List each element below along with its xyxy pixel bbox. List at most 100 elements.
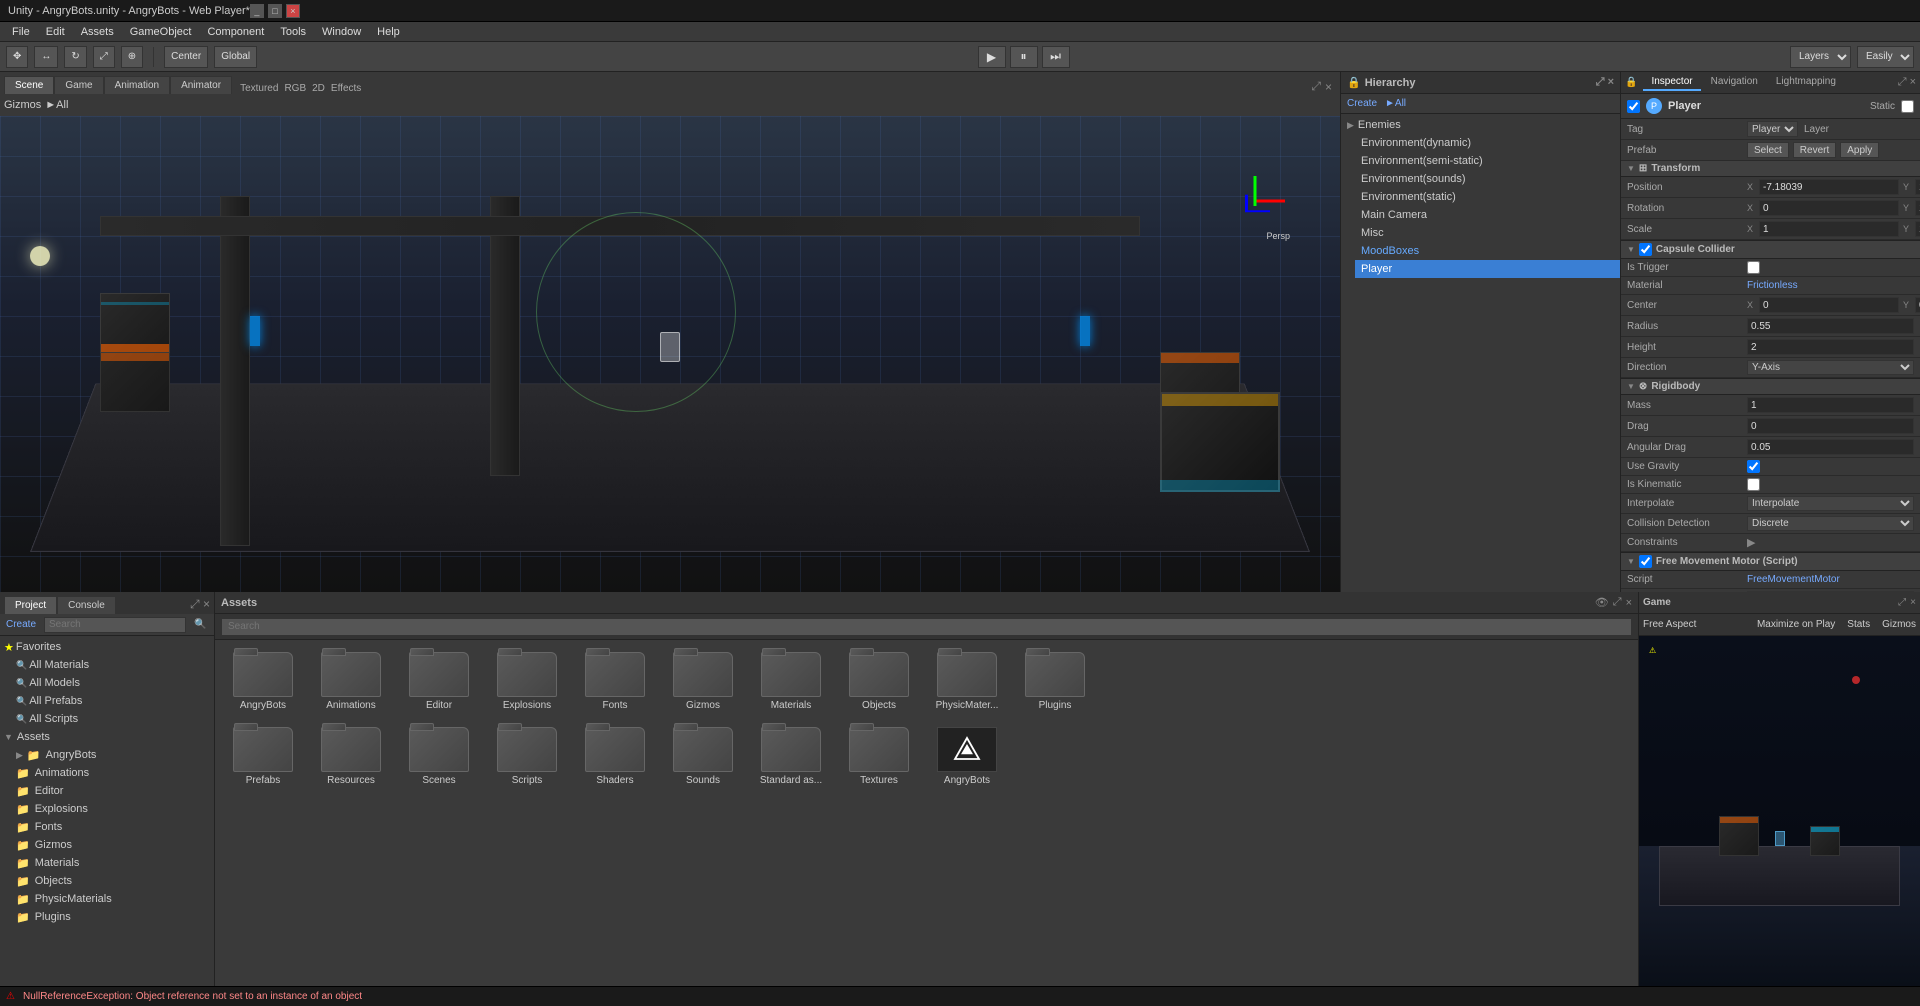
all-gizmos-label[interactable]: ►All [45,99,68,111]
hier-env-dynamic[interactable]: Environment(dynamic) [1355,134,1620,152]
revert-button[interactable]: Revert [1793,142,1836,158]
physic-materials-item[interactable]: 📁 PhysicMaterials [12,890,214,908]
color-mode-label[interactable]: RGB [284,83,306,94]
gizmos-item[interactable]: 📁 Gizmos [12,836,214,854]
menu-tools[interactable]: Tools [272,22,314,41]
asset-materials[interactable]: Materials [751,648,831,715]
effects-label[interactable]: Effects [331,83,361,94]
hier-env-static[interactable]: Environment(static) [1355,188,1620,206]
asset-shaders[interactable]: Shaders [575,723,655,790]
rect-tool[interactable]: ⊕ [121,46,143,68]
close-button[interactable]: × [286,4,300,18]
lock-icon[interactable]: 🔒 [1347,76,1361,89]
tag-select[interactable]: Player [1747,121,1798,137]
pause-button[interactable]: ⏸ [1010,46,1038,68]
free-movement-header[interactable]: ▼ Free Movement Motor (Script) [1621,553,1920,571]
assets-header[interactable]: ▼ Assets [0,728,214,746]
asset-explosions[interactable]: Explosions [487,648,567,715]
asset-editor[interactable]: Editor [399,648,479,715]
tab-animation[interactable]: Animation [104,76,170,94]
hand-tool[interactable]: ✥ [6,46,28,68]
materials-item[interactable]: 📁 Materials [12,854,214,872]
assets-maximize-icon[interactable]: ⤢ [1613,596,1622,609]
project-maximize-icon[interactable]: ⤢ × [190,597,210,614]
hier-env-sounds[interactable]: Environment(sounds) [1355,170,1620,188]
menu-gameobject[interactable]: GameObject [122,22,200,41]
free-aspect-label[interactable]: Free Aspect [1643,619,1696,630]
step-button[interactable]: ⏭ [1042,46,1070,68]
asset-scenes[interactable]: Scenes [399,723,479,790]
direction-select[interactable]: Y-Axis [1747,360,1914,375]
project-search-input[interactable] [44,617,186,633]
radius-input[interactable] [1747,318,1914,334]
menu-window[interactable]: Window [314,22,369,41]
rotate-tool[interactable]: ↻ [64,46,86,68]
angrybots-item[interactable]: ▶ 📁 AngryBots [12,746,214,764]
hierarchy-all-link[interactable]: ►All [1385,98,1406,109]
cy-input[interactable] [1915,297,1920,313]
close-scene-icon[interactable]: × [1325,80,1332,94]
stats-btn[interactable]: Stats [1847,619,1870,630]
material-value[interactable]: Frictionless [1747,280,1914,291]
hier-main-camera[interactable]: Main Camera [1355,206,1620,224]
pos-x-input[interactable] [1759,179,1899,195]
tab-game[interactable]: Game [54,76,103,94]
pos-y-input[interactable] [1915,179,1920,195]
global-toggle[interactable]: Global [214,46,257,68]
menu-component[interactable]: Component [199,22,272,41]
gizmos-label[interactable]: Gizmos [4,99,41,111]
cx-input[interactable] [1759,297,1899,313]
transform-header[interactable]: ▼ ⊞ Transform [1621,161,1920,177]
assets-search-input[interactable] [221,618,1632,636]
asset-standard[interactable]: Standard as... [751,723,831,790]
asset-objects[interactable]: Objects [839,648,919,715]
game-close-icon[interactable]: × [1910,597,1916,608]
asset-angrybots[interactable]: AngryBots [223,648,303,715]
hier-env-semi[interactable]: Environment(semi-static) [1355,152,1620,170]
sc-x-input[interactable] [1759,221,1899,237]
sc-y-input[interactable] [1915,221,1920,237]
static-checkbox[interactable] [1901,100,1914,113]
favorites-header[interactable]: ★ Favorites [0,638,214,656]
angular-drag-input[interactable] [1747,439,1914,455]
hier-player[interactable]: Player [1355,260,1620,278]
assets-close-icon[interactable]: × [1626,597,1632,609]
center-toggle[interactable]: Center [164,46,208,68]
tab-scene[interactable]: Scene [4,76,54,94]
menu-edit[interactable]: Edit [38,22,73,41]
rot-x-input[interactable] [1759,200,1899,216]
tab-project[interactable]: Project [4,596,57,614]
explosions-item[interactable]: 📁 Explosions [12,800,214,818]
is-trigger-checkbox[interactable] [1747,261,1760,274]
window-controls[interactable]: _ □ × [250,4,300,18]
hier-moodboxes[interactable]: MoodBoxes [1355,242,1620,260]
rot-y-input[interactable] [1915,200,1920,216]
tab-navigation[interactable]: Navigation [1703,74,1766,91]
height-input[interactable] [1747,339,1914,355]
menu-help[interactable]: Help [369,22,408,41]
asset-fonts[interactable]: Fonts [575,648,655,715]
rigidbody-header[interactable]: ▼ ⊗ Rigidbody [1621,379,1920,395]
layers-select[interactable]: Layers [1790,46,1851,68]
apply-button[interactable]: Apply [1840,142,1879,158]
plugins-item[interactable]: 📁 Plugins [12,908,214,926]
lock-icon[interactable]: 🔒 [1625,77,1637,88]
tab-lightmapping[interactable]: Lightmapping [1768,74,1844,91]
is-kinematic-checkbox[interactable] [1747,478,1760,491]
tab-console[interactable]: Console [57,596,116,614]
project-create-link[interactable]: Create [6,619,36,630]
hierarchy-create-link[interactable]: Create [1347,98,1377,109]
assets-eye-icon[interactable]: 👁 [1595,596,1609,609]
mass-input[interactable] [1747,397,1914,413]
asset-angrybots-unity[interactable]: AngryBots [927,723,1007,790]
asset-scripts[interactable]: Scripts [487,723,567,790]
select-button[interactable]: Select [1747,142,1789,158]
hier-misc[interactable]: Misc [1355,224,1620,242]
ortho-mode-label[interactable]: 2D [312,83,325,94]
all-prefabs-item[interactable]: 🔍 All Prefabs [12,692,214,710]
all-models-item[interactable]: 🔍 All Models [12,674,214,692]
minimize-button[interactable]: _ [250,4,264,18]
player-name[interactable]: Player [1668,100,1864,112]
game-maximize-icon[interactable]: ⤢ [1898,597,1906,608]
capsule-enabled[interactable] [1639,243,1652,256]
